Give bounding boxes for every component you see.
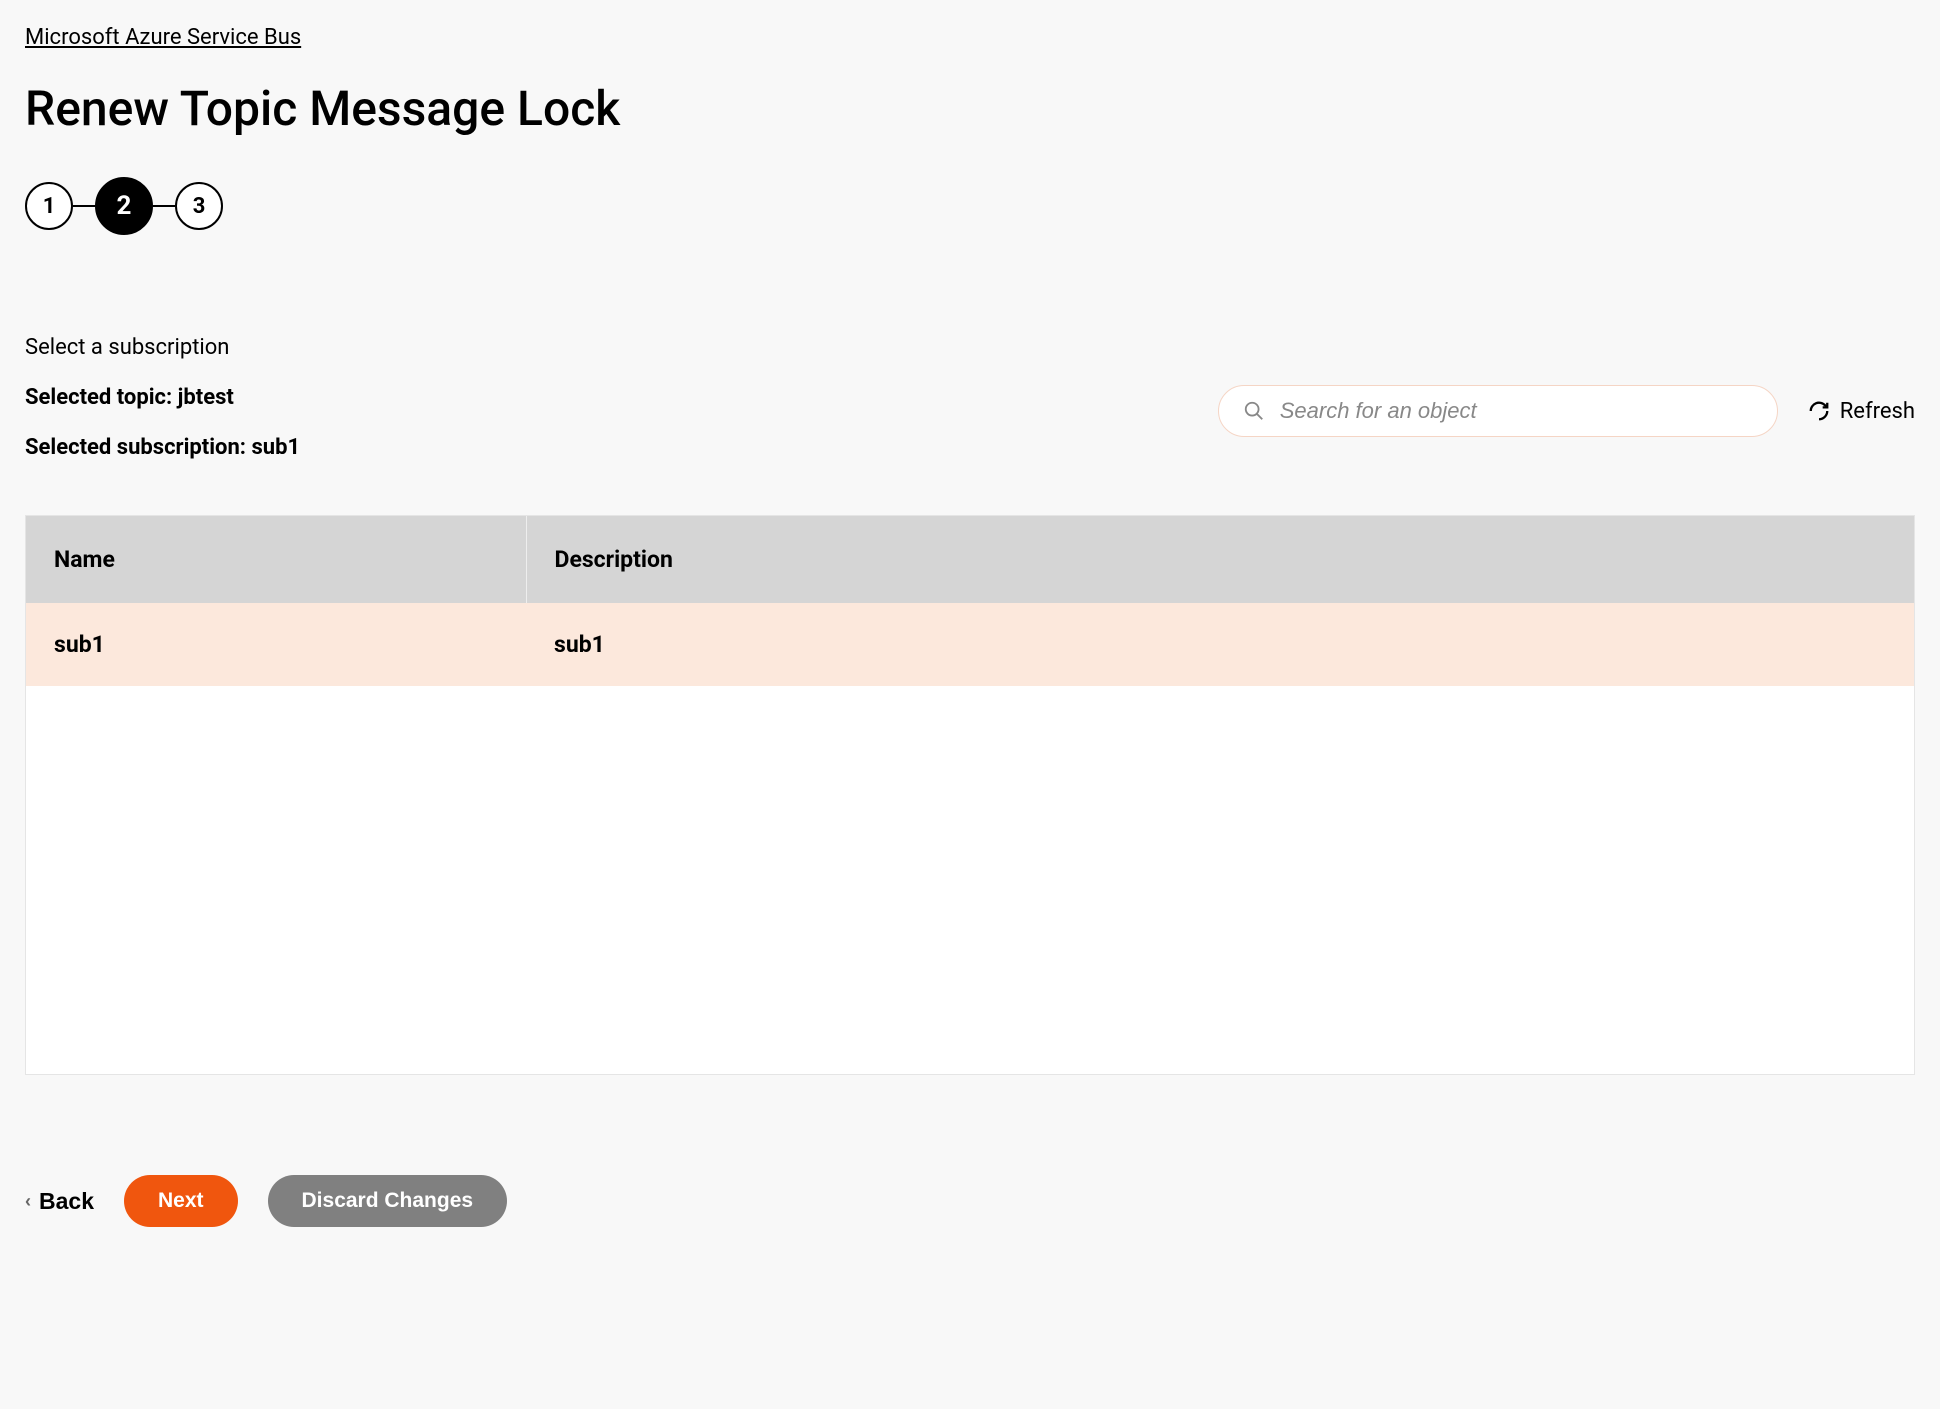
step-connector — [73, 205, 95, 207]
table-header-name[interactable]: Name — [26, 516, 526, 603]
back-button-label: Back — [39, 1188, 94, 1215]
refresh-button[interactable]: Refresh — [1808, 399, 1915, 424]
page-title: Renew Topic Message Lock — [25, 80, 1915, 137]
subscriptions-table: Name Description sub1 sub1 — [26, 516, 1914, 686]
step-connector — [153, 205, 175, 207]
stepper: 1 2 3 — [25, 177, 1915, 235]
next-button[interactable]: Next — [124, 1175, 238, 1227]
back-button[interactable]: ‹ Back — [25, 1188, 94, 1215]
search-input[interactable] — [1280, 398, 1753, 424]
step-3[interactable]: 3 — [175, 182, 223, 230]
refresh-label: Refresh — [1840, 399, 1915, 424]
table-cell-description: sub1 — [526, 603, 1914, 686]
chevron-left-icon: ‹ — [25, 1191, 31, 1212]
refresh-icon — [1808, 400, 1830, 422]
selected-subscription: Selected subscription: sub1 — [25, 435, 1218, 460]
footer-buttons: ‹ Back Next Discard Changes — [25, 1175, 1915, 1227]
section-label: Select a subscription — [25, 335, 1915, 360]
search-box[interactable] — [1218, 385, 1778, 437]
table-row[interactable]: sub1 sub1 — [26, 603, 1914, 686]
breadcrumb-link[interactable]: Microsoft Azure Service Bus — [25, 25, 301, 50]
discard-button[interactable]: Discard Changes — [268, 1175, 508, 1227]
selected-topic: Selected topic: jbtest — [25, 385, 1218, 410]
table-cell-name: sub1 — [26, 603, 526, 686]
table-header-description[interactable]: Description — [526, 516, 1914, 603]
step-1[interactable]: 1 — [25, 182, 73, 230]
search-icon — [1243, 400, 1265, 422]
table-container: Name Description sub1 sub1 — [25, 515, 1915, 1075]
step-2[interactable]: 2 — [95, 177, 153, 235]
